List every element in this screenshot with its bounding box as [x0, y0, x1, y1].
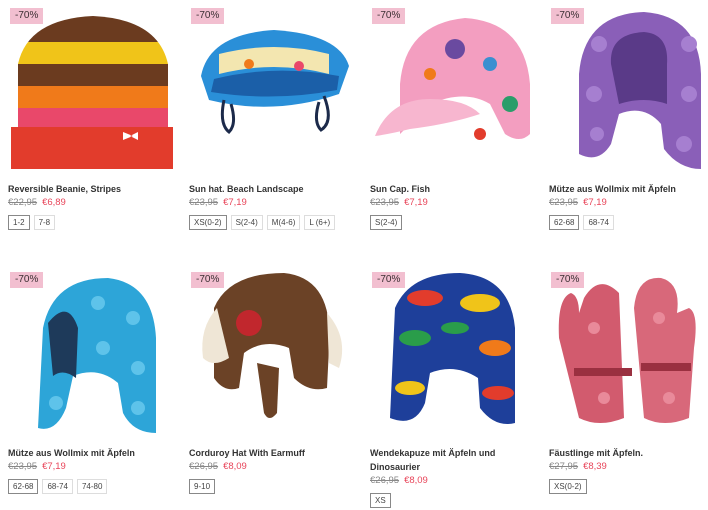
size-option[interactable]: S(2-4) — [370, 215, 403, 230]
old-price: €26,95 — [189, 461, 219, 472]
product-card[interactable]: -70% Wendekapuze mit Äpfeln und Dinosaur… — [370, 268, 540, 508]
product-image[interactable]: -70% — [370, 4, 540, 174]
wool-hat-purple-icon — [579, 12, 701, 169]
size-options: 62-68 68-74 74-80 — [8, 479, 178, 494]
size-options: 1-2 7-8 — [8, 215, 178, 230]
dino-hood-icon — [390, 273, 515, 424]
size-option[interactable]: XS(0-2) — [189, 215, 227, 230]
sun-cap-icon — [375, 18, 530, 140]
discount-badge: -70% — [10, 8, 44, 24]
product-price: €26,95 €8,09 — [189, 460, 359, 474]
sale-price: €8,39 — [583, 461, 607, 472]
old-price: €26,95 — [370, 475, 400, 486]
product-card[interactable]: -70% Mütze aus Wollmix mit Äpfeln €23,95… — [8, 268, 178, 494]
product-name[interactable]: Mütze aus Wollmix mit Äpfeln — [8, 446, 178, 460]
discount-badge: -70% — [551, 272, 585, 288]
product-price: €27,95 €8,39 — [549, 460, 708, 474]
product-price: €22,95 €6,89 — [8, 196, 178, 210]
discount-badge: -70% — [372, 272, 406, 288]
product-image[interactable]: -70% — [189, 4, 359, 174]
mittens-icon — [558, 277, 696, 423]
sale-price: €7,19 — [583, 197, 607, 208]
old-price: €23,95 — [189, 197, 219, 208]
striped-beanie-icon — [11, 16, 173, 169]
product-image[interactable]: -70% — [549, 268, 708, 438]
size-option[interactable]: 68-74 — [42, 479, 73, 494]
old-price: €27,95 — [549, 461, 579, 472]
product-price: €23,95 €7,19 — [549, 196, 708, 210]
product-image[interactable]: -70% — [8, 4, 178, 174]
product-name[interactable]: Wendekapuze mit Äpfeln und Dinosaurier — [370, 446, 540, 474]
product-price: €23,95 €7,19 — [370, 196, 540, 210]
discount-badge: -70% — [551, 8, 585, 24]
sale-price: €8,09 — [404, 475, 428, 486]
sale-price: €7,19 — [404, 197, 428, 208]
sun-hat-icon — [201, 30, 349, 135]
size-option[interactable]: 62-68 — [8, 479, 39, 494]
size-option[interactable]: 7-8 — [33, 215, 56, 230]
old-price: €23,95 — [8, 461, 38, 472]
product-image[interactable]: -70% — [189, 268, 359, 438]
size-option[interactable]: XS(0-2) — [549, 479, 587, 494]
discount-badge: -70% — [372, 8, 406, 24]
product-name[interactable]: Reversible Beanie, Stripes — [8, 182, 178, 196]
product-card[interactable]: -70% Corduroy Hat With Earmuff €26,95 €8,… — [189, 268, 359, 494]
product-price: €26,95 €8,09 — [370, 474, 540, 488]
product-name[interactable]: Fäustlinge mit Äpfeln. — [549, 446, 708, 460]
size-option[interactable]: S(2-4) — [230, 215, 263, 230]
product-name[interactable]: Corduroy Hat With Earmuff — [189, 446, 359, 460]
product-price: €23,95 €7,19 — [8, 460, 178, 474]
product-price: €23,95 €7,19 — [189, 196, 359, 210]
discount-badge: -70% — [191, 272, 225, 288]
discount-badge: -70% — [10, 272, 44, 288]
size-option[interactable]: 68-74 — [583, 215, 614, 230]
size-option[interactable]: L (6+) — [304, 215, 336, 230]
size-option[interactable]: M(4-6) — [266, 215, 301, 230]
size-options: 62-68 68-74 — [549, 215, 708, 230]
product-name[interactable]: Sun hat. Beach Landscape — [189, 182, 359, 196]
product-name[interactable]: Sun Cap. Fish — [370, 182, 540, 196]
sale-price: €7,19 — [223, 197, 247, 208]
size-option[interactable]: XS — [370, 493, 391, 508]
product-image[interactable]: -70% — [370, 268, 540, 438]
product-card[interactable]: -70% Mütze aus Wollmix mit Äpfeln €23,95… — [549, 4, 708, 230]
wool-hat-blue-icon — [38, 278, 156, 433]
old-price: €23,95 — [549, 197, 579, 208]
old-price: €22,95 — [8, 197, 38, 208]
sale-price: €8,09 — [223, 461, 247, 472]
sale-price: €7,19 — [42, 461, 66, 472]
product-image[interactable]: -70% — [8, 268, 178, 438]
discount-badge: -70% — [191, 8, 225, 24]
size-option[interactable]: 62-68 — [549, 215, 580, 230]
size-options: XS(0-2) S(2-4) M(4-6) L (6+) — [189, 215, 359, 230]
product-name[interactable]: Mütze aus Wollmix mit Äpfeln — [549, 182, 708, 196]
corduroy-hat-icon — [202, 273, 343, 418]
size-options: S(2-4) — [370, 215, 540, 230]
product-card[interactable]: -70% Reversible Beanie, Stripes €22,95 €6… — [8, 4, 178, 230]
size-options: 9-10 — [189, 479, 359, 494]
product-card[interactable]: -70% Sun hat. Beach Landscape €23,95 €7,1… — [189, 4, 359, 230]
product-card[interactable]: -70% Sun Cap. Fish €23,95 €7,19 S(2-4) — [370, 4, 540, 230]
size-options: XS — [370, 493, 540, 508]
size-option[interactable]: 74-80 — [76, 479, 108, 494]
size-options: XS(0-2) — [549, 479, 708, 494]
product-image[interactable]: -70% — [549, 4, 708, 174]
size-option[interactable]: 1-2 — [8, 215, 30, 230]
product-card[interactable]: -70% Fäustlinge mit Äpfeln. €27,95 €8,39 … — [549, 268, 708, 494]
sale-price: €6,89 — [42, 197, 66, 208]
size-option[interactable]: 9-10 — [189, 479, 216, 494]
old-price: €23,95 — [370, 197, 400, 208]
